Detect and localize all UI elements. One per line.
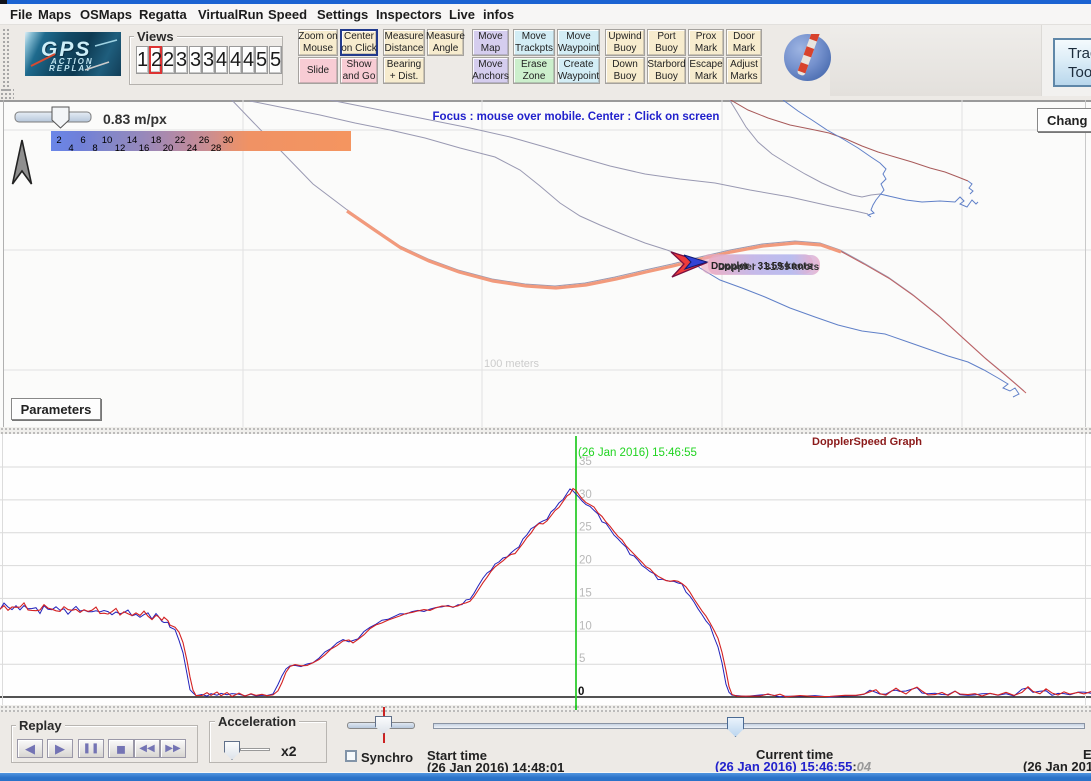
svg-text:10: 10 xyxy=(102,135,113,146)
svg-text:22: 22 xyxy=(175,135,186,146)
svg-text:DopplerSpeed Graph: DopplerSpeed Graph xyxy=(812,436,922,448)
svg-text:14: 14 xyxy=(127,135,138,146)
svg-text:24: 24 xyxy=(187,143,198,154)
svg-text:20: 20 xyxy=(163,143,174,154)
svg-text:20: 20 xyxy=(579,555,592,567)
svg-text:4: 4 xyxy=(68,143,73,154)
svg-text:15: 15 xyxy=(579,587,592,599)
svg-text:Focus : mouse over mobile. Cen: Focus : mouse over mobile. Center : Clic… xyxy=(433,111,720,123)
svg-text:Doppler : 31.59 knots: Doppler : 31.59 knots xyxy=(718,262,820,273)
svg-text:(26 Jan 2016) 15:46:55: (26 Jan 2016) 15:46:55 xyxy=(578,447,697,459)
svg-text:100 meters: 100 meters xyxy=(484,358,540,370)
svg-text:28: 28 xyxy=(211,143,222,154)
svg-text:0: 0 xyxy=(578,686,584,698)
svg-text:30: 30 xyxy=(223,135,234,146)
svg-text:0.83 m/px: 0.83 m/px xyxy=(103,111,167,127)
svg-text:25: 25 xyxy=(579,522,592,534)
svg-text:16: 16 xyxy=(139,143,150,154)
svg-text:8: 8 xyxy=(92,143,97,154)
svg-text:18: 18 xyxy=(151,135,162,146)
svg-text:26: 26 xyxy=(199,135,210,146)
svg-text:6: 6 xyxy=(80,135,85,146)
svg-text:5: 5 xyxy=(579,653,585,665)
svg-text:2: 2 xyxy=(56,135,61,146)
svg-text:10: 10 xyxy=(579,620,592,632)
svg-text:12: 12 xyxy=(115,143,126,154)
